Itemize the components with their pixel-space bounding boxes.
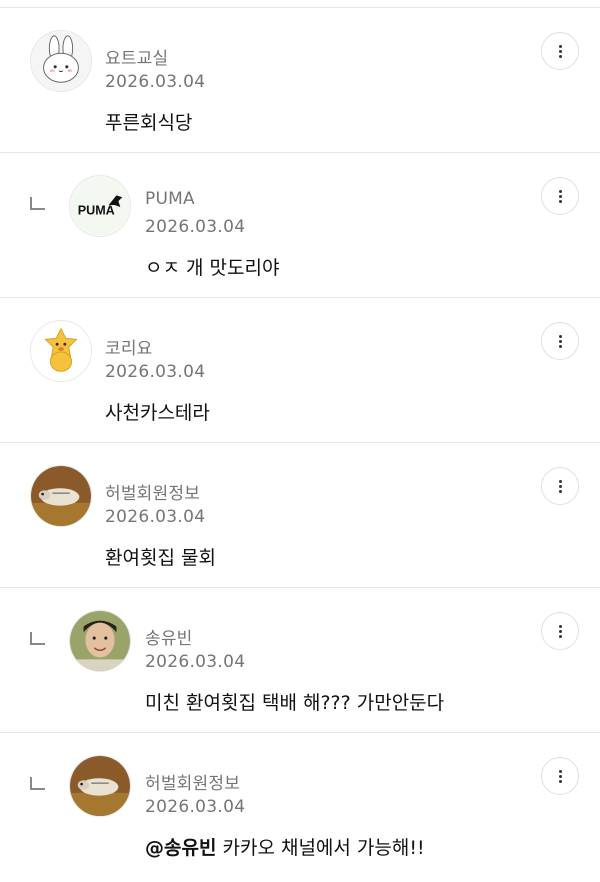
comment-author[interactable]: 허벌회원정보 xyxy=(145,769,240,794)
comment-text: 환여횟집 물회 xyxy=(105,547,216,569)
more-options-button[interactable] xyxy=(541,757,579,795)
comment-body: 카카오 채널에서 가능해!! xyxy=(216,837,425,859)
comment-author[interactable]: 요트교실 xyxy=(105,44,168,69)
comment-item: 허벌회원정보 2026.03.04 환여횟집 물회 xyxy=(0,443,600,588)
comment-author[interactable]: PUMA xyxy=(145,189,195,209)
mascot-avatar-icon[interactable] xyxy=(30,320,92,382)
comment-date: 2026.03.04 xyxy=(105,362,206,382)
comment-date: 2026.03.04 xyxy=(145,797,246,817)
puma-logo-avatar-icon[interactable]: PUMA xyxy=(69,175,131,237)
comment-date: 2026.03.04 xyxy=(145,217,246,237)
comment-text: 미친 환여횟집 택배 해??? 가만안둔다 xyxy=(145,692,445,714)
comment-item: 요트교실 2026.03.04 푸른회식당 xyxy=(0,8,600,153)
bunny-avatar-icon[interactable] xyxy=(30,30,92,92)
reply-item: 송유빈 2026.03.04 미친 환여횟집 택배 해??? 가만안둔다 xyxy=(0,588,600,733)
photo-avatar-icon[interactable] xyxy=(69,755,131,817)
mention-link[interactable]: @송유빈 xyxy=(145,837,216,859)
comment-text: 푸른회식당 xyxy=(105,112,193,134)
comment-item: 코리요 2026.03.04 사천카스테라 xyxy=(0,298,600,443)
photo-avatar-icon[interactable] xyxy=(30,465,92,527)
comment-text: @송유빈 카카오 채널에서 가능해!! xyxy=(145,833,425,860)
reply-indent-icon xyxy=(30,197,45,210)
comment-date: 2026.03.04 xyxy=(105,507,206,527)
reply-item: PUMA PUMA 2026.03.04 ㅇㅈ 개 맛도리야 xyxy=(0,153,600,298)
more-options-button[interactable] xyxy=(541,32,579,70)
reply-item: 허벌회원정보 2026.03.04 @송유빈 카카오 채널에서 가능해!! xyxy=(0,733,600,878)
comment-date: 2026.03.04 xyxy=(145,652,246,672)
comment-author[interactable]: 허벌회원정보 xyxy=(105,479,200,504)
more-options-button[interactable] xyxy=(541,177,579,215)
comment-text: 사천카스테라 xyxy=(105,402,210,424)
more-options-button[interactable] xyxy=(541,322,579,360)
reply-indent-icon xyxy=(30,632,45,645)
comment-list: 요트교실 2026.03.04 푸른회식당 PUMA PUMA 2026.03.… xyxy=(0,0,600,882)
comment-date: 2026.03.04 xyxy=(105,72,206,92)
person-photo-avatar-icon[interactable] xyxy=(69,610,131,672)
comment-text: ㅇㅈ 개 맛도리야 xyxy=(145,257,280,279)
more-options-button[interactable] xyxy=(541,467,579,505)
more-options-button[interactable] xyxy=(541,612,579,650)
comment-author[interactable]: 송유빈 xyxy=(145,624,193,649)
comment-author[interactable]: 코리요 xyxy=(105,334,153,359)
svg-text:PUMA: PUMA xyxy=(78,204,115,218)
reply-indent-icon xyxy=(30,777,45,790)
